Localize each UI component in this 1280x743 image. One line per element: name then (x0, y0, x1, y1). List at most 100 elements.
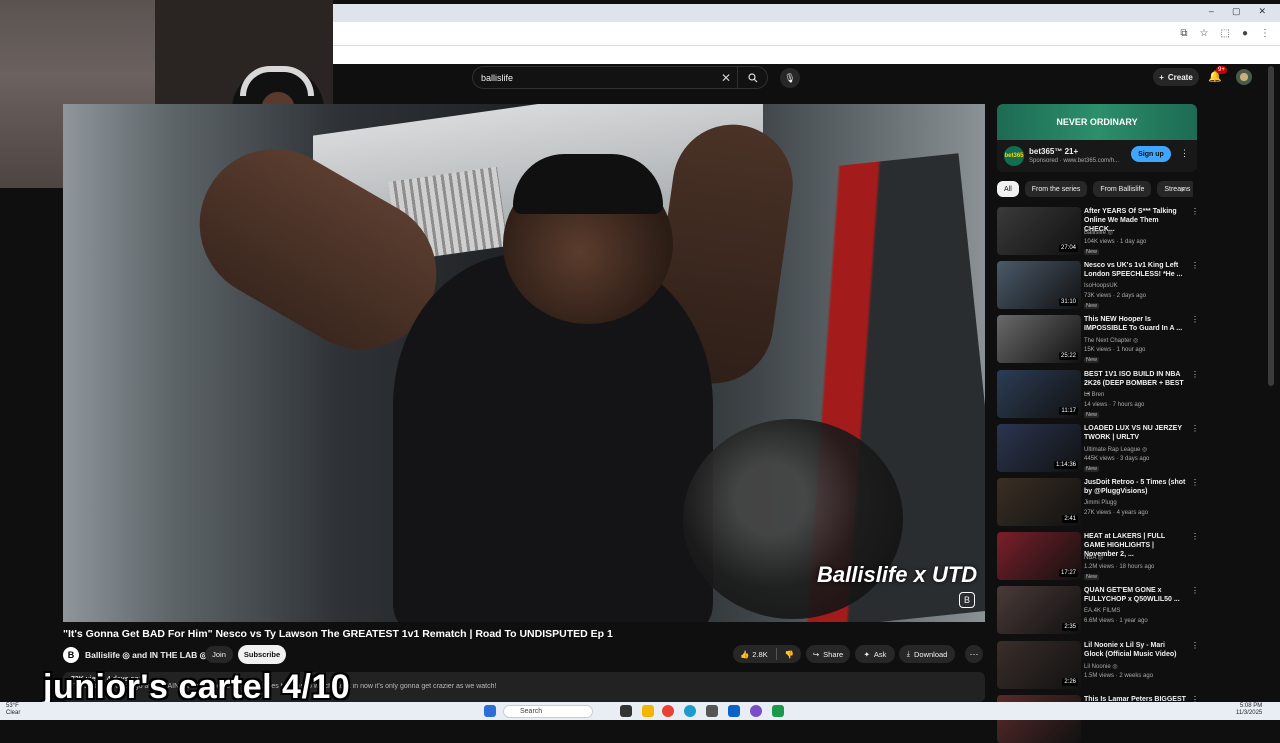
browser-menu-icon[interactable]: ⋮ (1260, 28, 1270, 39)
bookmark-star-icon[interactable]: ☆ (1200, 28, 1209, 39)
more-actions-button[interactable]: ⋯ (965, 645, 983, 663)
recommendation-channel[interactable]: NBA ◎ (1084, 554, 1103, 561)
close-window-icon[interactable]: ✕ (1258, 6, 1266, 17)
recommendation-channel[interactable]: IsoHoopsUK (1084, 283, 1118, 289)
recommendation-item[interactable]: 17:27 HEAT at LAKERS | FULL GAME HIGHLIGH… (997, 532, 1199, 581)
more-vertical-icon[interactable]: ⋮ (1191, 207, 1199, 216)
edge-icon[interactable] (684, 705, 696, 717)
extensions-icon[interactable]: ⬚ (1221, 28, 1230, 39)
recommendation-title[interactable]: Lil Noonie x Lil Sy - Mari Glock (Offici… (1084, 641, 1186, 659)
chevron-right-icon[interactable]: › (1181, 184, 1184, 194)
create-button[interactable]: + Create (1153, 68, 1199, 86)
windows-start-icon[interactable] (484, 705, 496, 717)
recommendation-meta: 14 views · 7 hours ago (1084, 401, 1145, 408)
chip-streams[interactable]: Streams (1157, 181, 1193, 197)
video-thumbnail[interactable]: 27:04 (997, 207, 1081, 255)
chip-from-series[interactable]: From the series (1024, 181, 1088, 197)
clear-search-icon[interactable]: ✕ (715, 71, 737, 85)
recommendation-item[interactable]: 31:10 Nesco vs UK's 1v1 King Left London … (997, 261, 1199, 310)
recommendation-channel[interactable]: The Next Chapter ◎ (1084, 337, 1138, 344)
sparkle-icon: ✦ (863, 649, 870, 659)
recommendation-channel[interactable]: Lil Bren (1084, 392, 1104, 398)
like-button[interactable]: 👍 2.8K (740, 650, 768, 659)
recommendation-title[interactable]: JusDoit Retroo - 5 Times (shot by @Plugg… (1084, 478, 1186, 496)
weather-temp: 53°F (6, 703, 19, 709)
more-vertical-icon[interactable]: ⋮ (1191, 641, 1199, 650)
browser-address-bar[interactable] (333, 22, 1280, 46)
more-vertical-icon[interactable]: ⋮ (1191, 424, 1199, 433)
chip-from-ballislife[interactable]: From Ballislife (1093, 181, 1152, 197)
taskbar-search[interactable]: Search (503, 705, 593, 718)
like-dislike-group: 👍 2.8K 👎 (733, 645, 801, 663)
thumbs-down-icon[interactable]: 👎 (785, 650, 794, 659)
ad-sponsored-line: Sponsored · www.bet365.com/h... (1029, 158, 1120, 164)
ad-signup-button[interactable]: Sign up (1131, 146, 1171, 162)
video-thumbnail[interactable]: 25:22 (997, 315, 1081, 364)
recommendation-title[interactable]: QUAN GET'EM GONE x FULLYCHOP x Q50WLIL50… (1084, 586, 1186, 604)
video-thumbnail[interactable]: 2:35 (997, 586, 1081, 635)
download-button[interactable]: ⤓ Download (899, 645, 955, 663)
taskbar-clock[interactable]: 5:08 PM 11/3/2025 (1236, 703, 1262, 717)
more-vertical-icon[interactable]: ⋮ (1191, 370, 1199, 379)
taskbar-search-label: Search (520, 708, 543, 715)
more-vertical-icon[interactable]: ⋮ (1191, 586, 1199, 595)
recommendation-title[interactable]: This NEW Hooper Is IMPOSSIBLE To Guard I… (1084, 315, 1186, 333)
spotify-icon[interactable] (772, 705, 784, 717)
account-avatar[interactable] (1236, 69, 1252, 85)
more-vertical-icon[interactable]: ⋮ (1191, 478, 1199, 487)
task-view-icon[interactable] (620, 705, 632, 717)
ad-banner[interactable]: NEVER ORDINARY (997, 104, 1197, 140)
more-vertical-icon[interactable]: ⋮ (1191, 315, 1199, 324)
recommendation-channel[interactable]: Ballislife ◎ (1084, 229, 1113, 236)
install-icon[interactable]: ⧉ (1180, 28, 1187, 39)
channel-watermark-icon[interactable]: B (959, 592, 975, 608)
recommendation-meta: 1.2M views · 18 hours ago (1084, 564, 1155, 571)
ad-menu-icon[interactable]: ⋮ (1180, 148, 1189, 159)
search-button[interactable] (737, 67, 767, 88)
recommendation-channel[interactable]: Jimmi Plugg (1084, 500, 1117, 506)
recommendation-channel[interactable]: EA.4K FILMS (1084, 608, 1120, 614)
share-button[interactable]: ↪ Share (806, 645, 850, 663)
weather-widget[interactable]: 53°F Clear (6, 703, 20, 717)
recommendation-title[interactable]: LOADED LUX VS NU JERZEY TWORK | URLTV (1084, 424, 1186, 442)
recommendation-item[interactable]: 2:26 Lil Noonie x Lil Sy - Mari Glock (Of… (997, 640, 1199, 689)
video-thumbnail[interactable]: 2:41 (997, 478, 1081, 526)
search-input[interactable]: ballislife (481, 73, 715, 83)
page-scrollbar[interactable] (1268, 66, 1274, 386)
minimize-icon[interactable]: – (1209, 6, 1214, 17)
discord-icon[interactable] (750, 705, 762, 717)
recommendation-item[interactable]: 11:17 BEST 1V1 ISO BUILD IN NBA 2K26 (DEE… (997, 369, 1199, 418)
chip-all[interactable]: All (997, 181, 1019, 197)
subscribe-button[interactable]: Subscribe (238, 645, 286, 664)
recommendation-title[interactable]: Nesco vs UK's 1v1 King Left London SPEEC… (1084, 261, 1186, 279)
recommendation-item[interactable]: 25:22 This NEW Hooper Is IMPOSSIBLE To Gu… (997, 315, 1199, 364)
chrome-icon[interactable] (662, 705, 674, 717)
profile-icon[interactable]: ● (1242, 28, 1248, 39)
video-thumbnail[interactable]: 1:14:36 (997, 423, 1081, 472)
voice-search-button[interactable]: 🎙 (780, 68, 800, 88)
recommendation-item[interactable]: 2:35 QUAN GET'EM GONE x FULLYCHOP x Q50WL… (997, 586, 1199, 635)
channel-avatar[interactable]: B (63, 647, 79, 663)
more-vertical-icon[interactable]: ⋮ (1191, 532, 1199, 541)
maximize-icon[interactable]: ▢ (1232, 6, 1241, 17)
calculator-icon[interactable] (706, 705, 718, 717)
file-explorer-icon[interactable] (642, 705, 654, 717)
recommendation-channel[interactable]: Ultimate Rap League ◎ (1084, 446, 1147, 453)
recommendation-item[interactable]: 1:14:36 LOADED LUX VS NU JERZEY TWORK | U… (997, 423, 1199, 472)
video-thumbnail[interactable]: 11:17 (997, 369, 1081, 418)
join-button[interactable]: Join (205, 646, 233, 663)
search-bar[interactable]: ballislife ✕ (472, 66, 768, 89)
video-duration: 31:10 (1058, 298, 1078, 307)
video-thumbnail[interactable]: 2:26 (997, 640, 1081, 689)
recommendation-item[interactable]: 2:41 JusDoit Retroo - 5 Times (shot by @P… (997, 478, 1199, 526)
recommendation-item[interactable]: 27:04 After YEARS Of S*** Talking Online … (997, 207, 1199, 255)
more-vertical-icon[interactable]: ⋮ (1191, 261, 1199, 270)
video-thumbnail[interactable]: 17:27 (997, 532, 1081, 581)
video-thumbnail[interactable]: 31:10 (997, 261, 1081, 310)
outlook-icon[interactable] (728, 705, 740, 717)
channel-name[interactable]: Ballislife ◎ and IN THE LAB ◎ (85, 650, 207, 661)
ad-title[interactable]: bet365™ 21+ (1029, 147, 1078, 156)
ask-button[interactable]: ✦ Ask (855, 645, 895, 663)
recommendation-channel[interactable]: Lil Noonie ◎ (1084, 663, 1118, 670)
video-player[interactable]: Ballislife x UTD B (63, 104, 985, 622)
